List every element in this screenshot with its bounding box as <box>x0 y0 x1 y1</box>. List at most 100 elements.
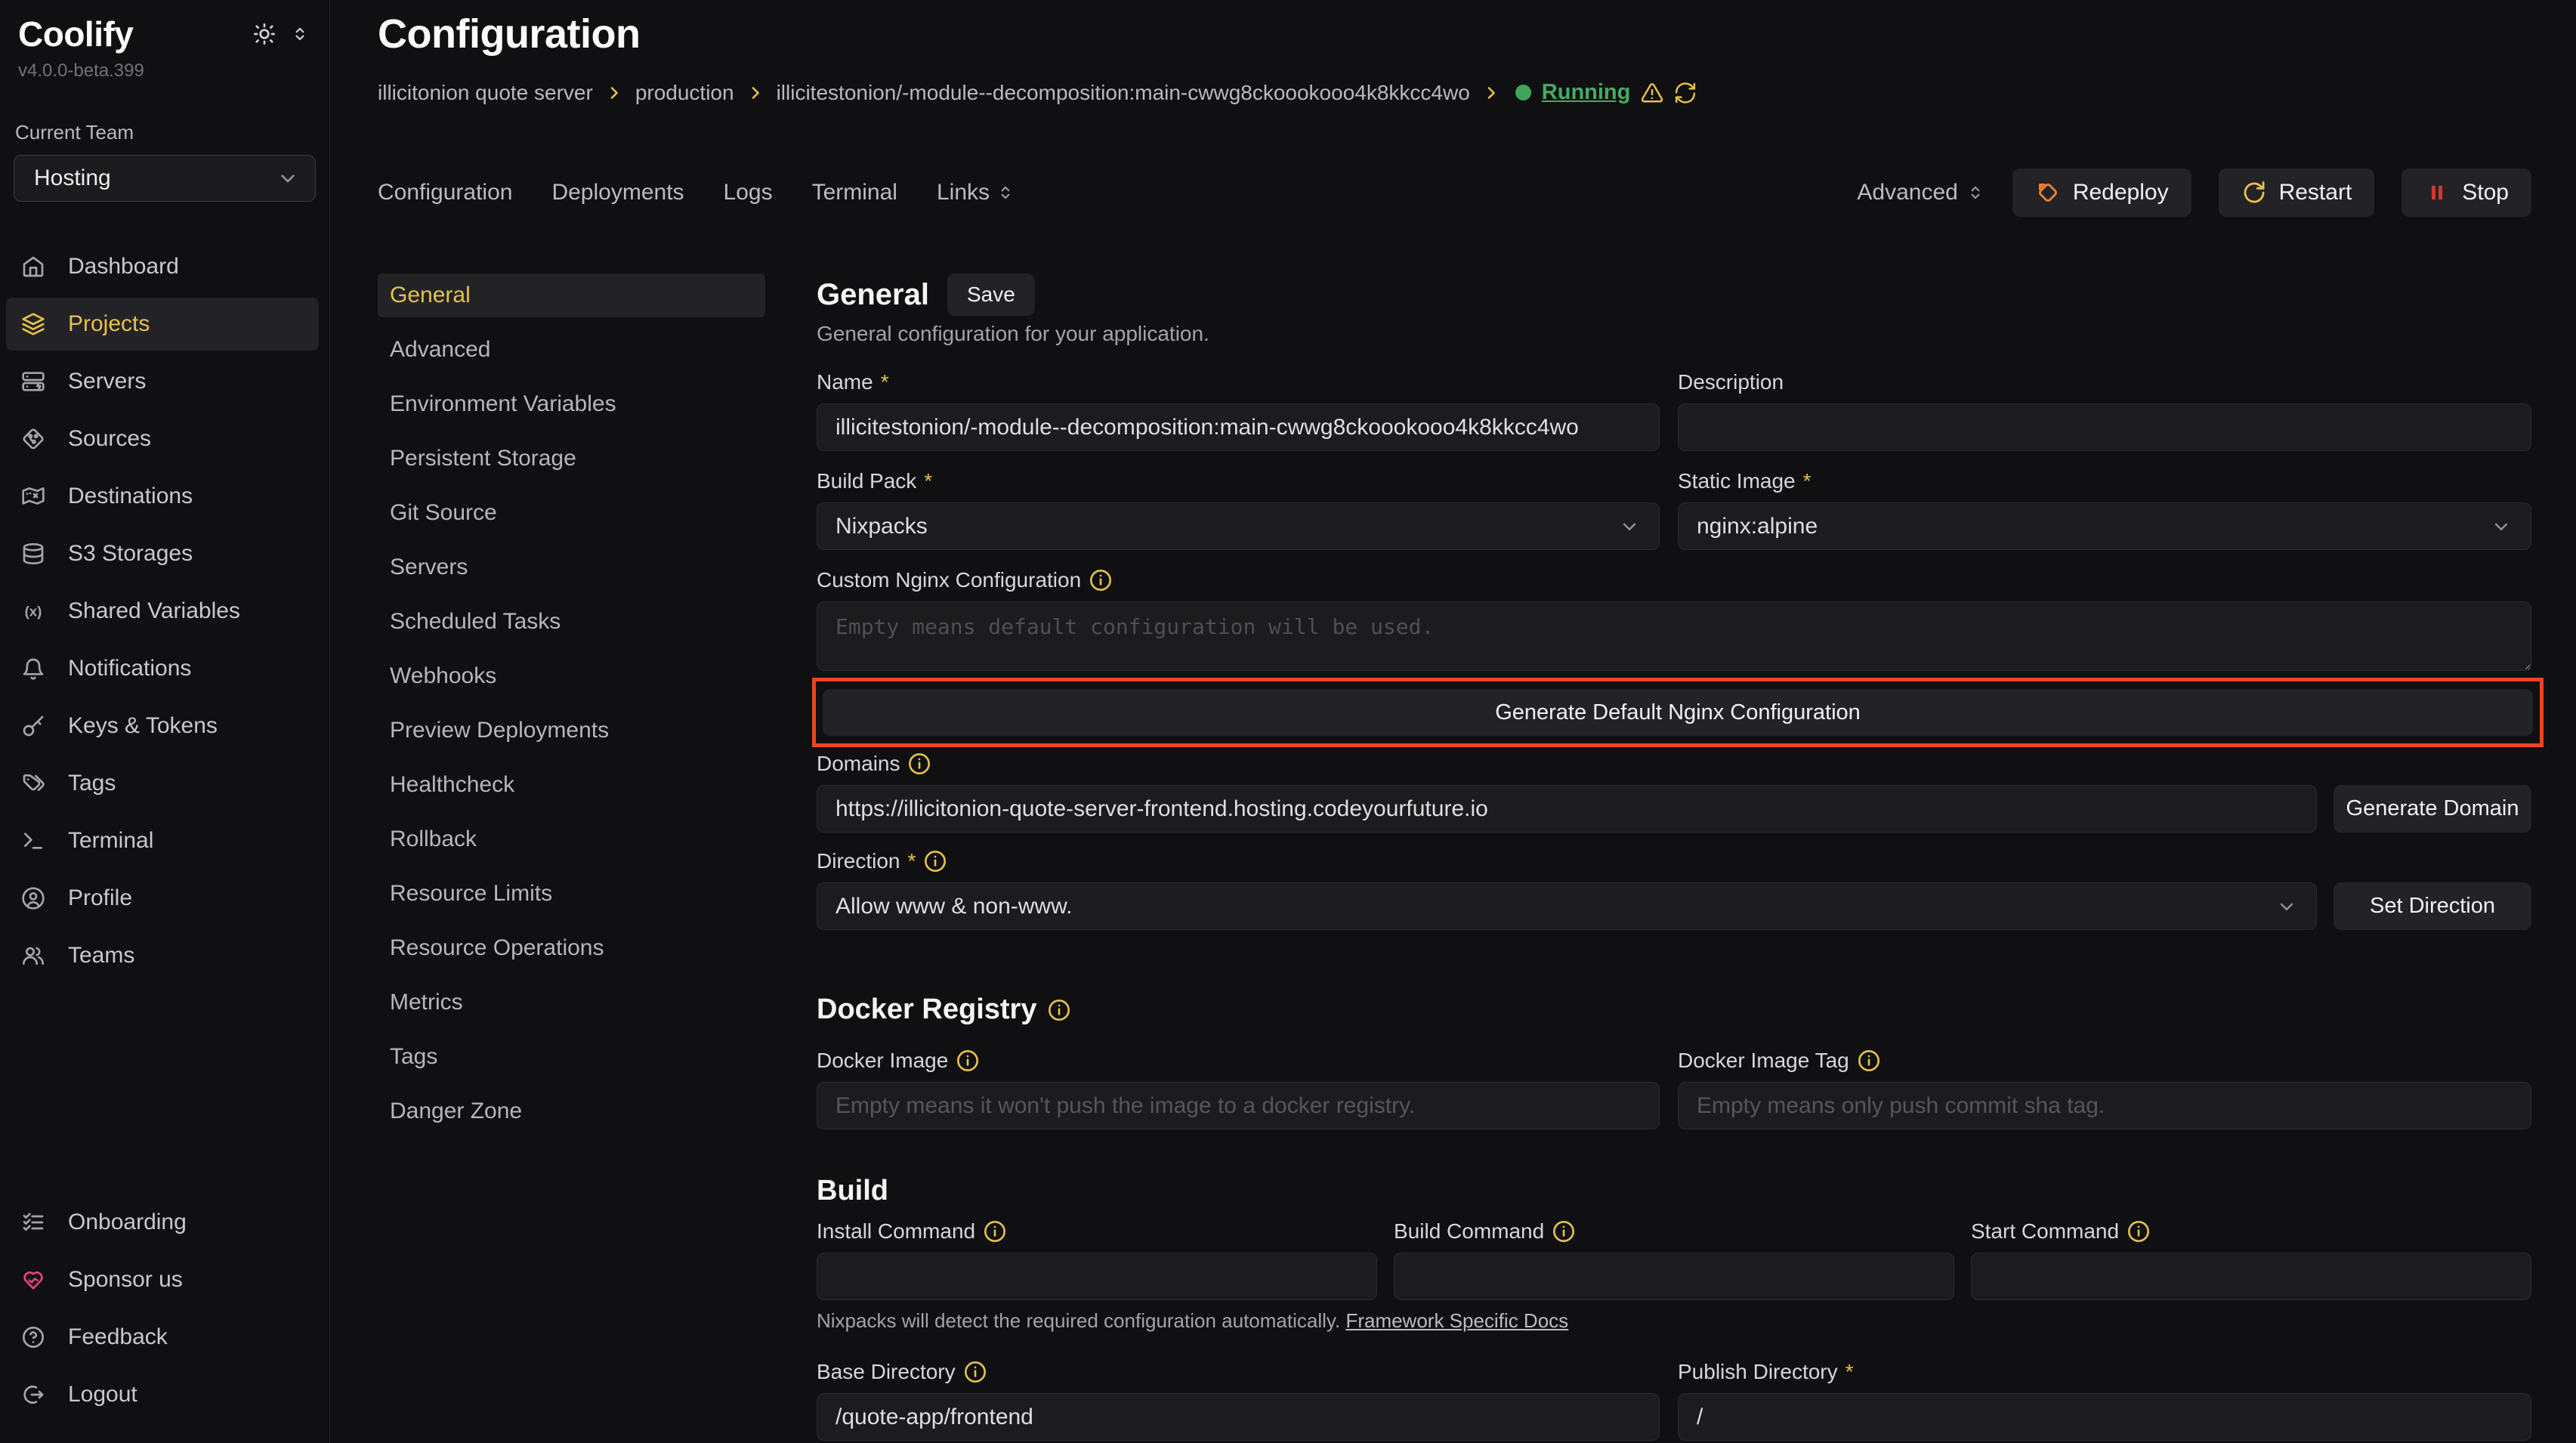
sidebar-item-keys-tokens[interactable]: Keys & Tokens <box>6 700 319 752</box>
required-asterisk: * <box>1803 469 1812 493</box>
subnav-scheduled-tasks[interactable]: Scheduled Tasks <box>378 600 765 644</box>
app-version: v4.0.0-beta.399 <box>0 54 329 82</box>
build-command-input[interactable] <box>1394 1253 1954 1300</box>
framework-docs-link[interactable]: Framework Specific Docs <box>1345 1309 1568 1332</box>
chevron-down-icon <box>1618 515 1641 538</box>
subnav-webhooks[interactable]: Webhooks <box>378 654 765 698</box>
sidebar-item-sponsor[interactable]: Sponsor us <box>6 1253 319 1306</box>
info-icon[interactable] <box>907 752 931 776</box>
info-icon[interactable] <box>1552 1219 1576 1244</box>
generate-domain-button[interactable]: Generate Domain <box>2334 785 2531 833</box>
sidebar-item-profile[interactable]: Profile <box>6 872 319 925</box>
general-subtitle: General configuration for your applicati… <box>817 322 2531 346</box>
sidebar-item-projects[interactable]: Projects <box>6 298 319 351</box>
general-form: General Save General configuration for y… <box>817 273 2531 1443</box>
restart-button[interactable]: Restart <box>2219 168 2375 217</box>
sidebar-item-dashboard[interactable]: Dashboard <box>6 240 319 293</box>
subnav-tags[interactable]: Tags <box>378 1035 765 1079</box>
base-directory-label: Base Directory <box>817 1360 956 1384</box>
subnav-git-source[interactable]: Git Source <box>378 491 765 535</box>
subnav-danger-zone[interactable]: Danger Zone <box>378 1089 765 1133</box>
sidebar-item-servers[interactable]: Servers <box>6 355 319 408</box>
logout-icon <box>21 1383 45 1407</box>
tab-logs[interactable]: Logs <box>724 180 773 205</box>
info-icon[interactable] <box>2127 1219 2151 1244</box>
name-input[interactable] <box>817 403 1660 451</box>
nginx-config-textarea[interactable] <box>817 601 2531 671</box>
stop-button[interactable]: Stop <box>2401 168 2531 217</box>
base-directory-label-row: Base Directory <box>817 1360 1660 1384</box>
sidebar-item-label: Shared Variables <box>68 598 240 624</box>
build-pack-select[interactable]: Nixpacks <box>817 502 1660 550</box>
team-select[interactable]: Hosting <box>14 155 316 202</box>
docker-image-input[interactable] <box>817 1082 1660 1129</box>
info-icon[interactable] <box>956 1049 980 1073</box>
nginx-config-label: Custom Nginx Configuration <box>817 568 1081 592</box>
install-command-input[interactable] <box>817 1253 1377 1300</box>
sidebar-item-label: Projects <box>68 311 150 337</box>
static-image-select[interactable]: nginx:alpine <box>1678 502 2531 550</box>
sidebar-item-logout[interactable]: Logout <box>6 1368 319 1421</box>
sidebar-item-teams[interactable]: Teams <box>6 929 319 982</box>
sidebar-item-terminal[interactable]: Terminal <box>6 814 319 867</box>
publish-directory-input[interactable] <box>1678 1393 2531 1441</box>
info-icon[interactable] <box>1089 568 1113 592</box>
build-command-label: Build Command <box>1394 1219 1544 1244</box>
refresh-icon[interactable] <box>1674 82 1697 104</box>
sidebar-item-s3-storages[interactable]: S3 Storages <box>6 527 319 580</box>
set-direction-button[interactable]: Set Direction <box>2334 882 2531 930</box>
sidebar-item-tags[interactable]: Tags <box>6 757 319 810</box>
app-logo[interactable]: Coolify <box>18 14 133 54</box>
info-icon[interactable] <box>963 1360 987 1384</box>
info-icon[interactable] <box>923 849 947 873</box>
start-command-input[interactable] <box>1971 1253 2531 1300</box>
subnav-metrics[interactable]: Metrics <box>378 981 765 1024</box>
sidebar-item-onboarding[interactable]: Onboarding <box>6 1196 319 1249</box>
info-icon[interactable] <box>983 1219 1007 1244</box>
sidebar-item-shared-variables[interactable]: (x) Shared Variables <box>6 585 319 638</box>
subnav-resource-limits[interactable]: Resource Limits <box>378 872 765 916</box>
direction-label-row: Direction * <box>817 849 2531 873</box>
subnav-servers[interactable]: Servers <box>378 545 765 589</box>
generate-nginx-config-button[interactable]: Generate Default Nginx Configuration <box>823 689 2533 736</box>
sidebar-item-destinations[interactable]: Destinations <box>6 470 319 523</box>
subnav-advanced[interactable]: Advanced <box>378 328 765 372</box>
subnav-general[interactable]: General <box>378 273 765 317</box>
static-image-label: Static Image <box>1678 469 1796 493</box>
subnav-persistent-storage[interactable]: Persistent Storage <box>378 437 765 480</box>
sidebar-item-label: Servers <box>68 369 146 394</box>
tab-links[interactable]: Links <box>937 180 1015 205</box>
tab-configuration[interactable]: Configuration <box>378 180 512 205</box>
stop-label: Stop <box>2462 180 2509 205</box>
save-button[interactable]: Save <box>947 273 1035 316</box>
info-icon[interactable] <box>1857 1049 1881 1073</box>
breadcrumb-application[interactable]: illicitestonion/-module--decomposition:m… <box>777 81 1470 105</box>
direction-select[interactable]: Allow www & non-www. <box>817 882 2317 930</box>
sidebar-item-notifications[interactable]: Notifications <box>6 642 319 695</box>
base-directory-input[interactable] <box>817 1393 1660 1441</box>
redeploy-button[interactable]: Redeploy <box>2012 168 2191 217</box>
description-input[interactable] <box>1678 403 2531 451</box>
chevron-right-icon <box>605 84 623 102</box>
status-running-link[interactable]: Running <box>1542 80 1631 105</box>
sidebar-item-feedback[interactable]: Feedback <box>6 1311 319 1364</box>
domains-input[interactable] <box>817 785 2317 833</box>
key-icon <box>21 714 45 738</box>
subnav-healthcheck[interactable]: Healthcheck <box>378 763 765 807</box>
annotation-highlight-box: Generate Default Nginx Configuration <box>812 678 2544 747</box>
advanced-dropdown[interactable]: Advanced <box>1857 180 1985 205</box>
subnav-preview-deployments[interactable]: Preview Deployments <box>378 709 765 752</box>
info-icon[interactable] <box>1047 998 1071 1022</box>
breadcrumb-environment[interactable]: production <box>635 81 734 105</box>
breadcrumb-project[interactable]: illicitonion quote server <box>378 81 593 105</box>
subnav-rollback[interactable]: Rollback <box>378 817 765 861</box>
warning-triangle-icon[interactable] <box>1641 82 1663 104</box>
subnav-environment-variables[interactable]: Environment Variables <box>378 382 765 426</box>
sidebar-item-sources[interactable]: Sources <box>6 413 319 465</box>
theme-sun-icon[interactable] <box>252 22 276 46</box>
chevrons-up-down-icon[interactable] <box>290 24 310 44</box>
tab-terminal[interactable]: Terminal <box>812 180 897 205</box>
docker-image-tag-input[interactable] <box>1678 1082 2531 1129</box>
tab-deployments[interactable]: Deployments <box>551 180 684 205</box>
subnav-resource-operations[interactable]: Resource Operations <box>378 926 765 970</box>
